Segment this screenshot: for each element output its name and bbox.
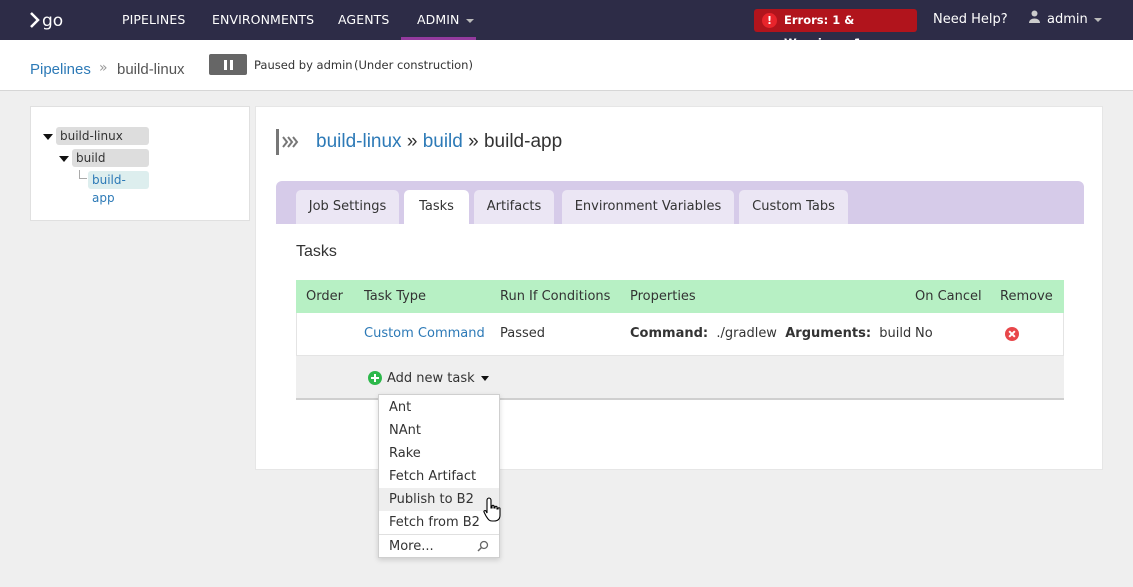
menu-item-more-label: More... — [389, 539, 434, 554]
task-properties: Command: ./gradlew Arguments: build — [630, 313, 911, 355]
menu-item-rake[interactable]: Rake — [379, 442, 499, 465]
title-separator: » — [468, 131, 479, 152]
top-nav: go PIPELINES ENVIRONMENTS AGENTS ADMIN !… — [0, 0, 1133, 50]
title-separator: » — [406, 131, 418, 152]
nav-pipelines[interactable]: PIPELINES — [122, 0, 185, 40]
pause-icon-bar — [229, 59, 233, 70]
tree-item-stage[interactable]: build — [72, 149, 149, 167]
chevron-down-icon — [1093, 18, 1102, 22]
pipeline-status-text: (Under construction) — [354, 58, 473, 72]
column-header-task-type: Task Type — [364, 289, 427, 304]
nav-environments[interactable]: ENVIRONMENTS — [212, 0, 314, 40]
tab-artifacts[interactable]: Artifacts — [474, 190, 554, 224]
table-row: Custom Command Passed Command: ./gradlew… — [296, 313, 1064, 356]
hand-pointer-icon — [483, 497, 501, 522]
plus-icon — [368, 371, 382, 385]
page-header: Pipelines » build-linux Paused by admin … — [0, 40, 1133, 91]
svg-text:go: go — [42, 11, 63, 31]
add-task-dropdown: Ant NAnt Rake Fetch Artifact Publish to … — [378, 394, 500, 558]
tree-connector — [79, 170, 87, 179]
errors-warnings-badge[interactable]: ! Errors: 1 & Warnings: 1 — [754, 9, 917, 50]
tasks-table-header: Order Task Type Run If Conditions Proper… — [296, 280, 1064, 313]
tab-custom-tabs[interactable]: Custom Tabs — [739, 190, 848, 224]
user-icon — [1029, 0, 1040, 40]
column-header-on-cancel: On Cancel — [915, 289, 982, 304]
title-pipeline-link[interactable]: build-linux — [316, 131, 402, 152]
nav-admin[interactable]: ADMIN — [401, 0, 476, 40]
title-stage-link[interactable]: build — [423, 131, 463, 152]
page-title: build-linux » build » build-app — [316, 131, 562, 153]
user-name: admin — [1047, 12, 1088, 27]
arguments-value: build — [879, 326, 912, 341]
search-icon — [477, 540, 489, 552]
expand-icon[interactable] — [59, 156, 69, 162]
go-logo-icon: go — [30, 11, 63, 31]
tree-item-pipeline[interactable]: build-linux — [56, 127, 149, 145]
breadcrumb-separator: » — [99, 60, 108, 76]
pipeline-tree: build-linux build build-app — [30, 106, 250, 221]
need-help-link[interactable]: Need Help? — [933, 0, 1008, 40]
tree-item-job[interactable]: build-app — [88, 171, 149, 205]
command-value: ./gradlew — [716, 326, 777, 341]
paused-by-text: Paused by admin — [254, 58, 353, 72]
arguments-label: Arguments: — [785, 326, 872, 341]
go-logo[interactable]: go — [29, 8, 73, 32]
title-job-name: build-app — [483, 131, 563, 152]
pause-button[interactable] — [209, 54, 247, 75]
pause-icon-bar — [223, 59, 227, 70]
task-type-link[interactable]: Custom Command — [364, 313, 485, 355]
user-menu[interactable]: admin — [1029, 0, 1102, 40]
expand-icon[interactable] — [43, 134, 53, 140]
task-on-cancel: No — [915, 326, 933, 341]
menu-item-more[interactable]: More... — [379, 534, 499, 557]
error-icon: ! — [762, 13, 777, 28]
tasks-heading: Tasks — [296, 243, 337, 260]
menu-item-fetch-from-b2[interactable]: Fetch from B2 — [379, 511, 499, 534]
chevron-down-icon — [480, 375, 489, 381]
add-new-task-button[interactable]: Add new task — [368, 369, 489, 387]
menu-item-nant[interactable]: NAnt — [379, 419, 499, 442]
column-header-properties: Properties — [630, 289, 696, 304]
remove-icon[interactable] — [1005, 327, 1019, 341]
job-tabs: Job Settings Tasks Artifacts Environment… — [276, 181, 1084, 224]
breadcrumb-pipeline-name: build-linux — [117, 61, 185, 78]
tab-tasks[interactable]: Tasks — [404, 190, 469, 224]
nav-admin-label: ADMIN — [417, 12, 460, 27]
menu-item-fetch-artifact[interactable]: Fetch Artifact — [379, 465, 499, 488]
column-header-run-if: Run If Conditions — [500, 289, 611, 304]
job-title-bar: build-linux » build » build-app — [276, 129, 562, 155]
command-label: Command: — [630, 326, 709, 341]
tab-environment-variables[interactable]: Environment Variables — [562, 190, 734, 224]
add-new-task-label: Add new task — [387, 370, 475, 386]
nav-agents[interactable]: AGENTS — [338, 0, 389, 40]
tab-job-settings[interactable]: Job Settings — [296, 190, 399, 224]
menu-item-publish-to-b2[interactable]: Publish to B2 — [379, 488, 499, 511]
menu-item-ant[interactable]: Ant — [379, 396, 499, 419]
column-header-order: Order — [306, 289, 343, 304]
task-run-if: Passed — [500, 326, 546, 341]
chevron-down-icon — [465, 18, 474, 23]
column-header-remove: Remove — [1000, 289, 1053, 304]
breadcrumb-pipelines[interactable]: Pipelines — [30, 61, 91, 78]
job-icon — [276, 129, 299, 155]
